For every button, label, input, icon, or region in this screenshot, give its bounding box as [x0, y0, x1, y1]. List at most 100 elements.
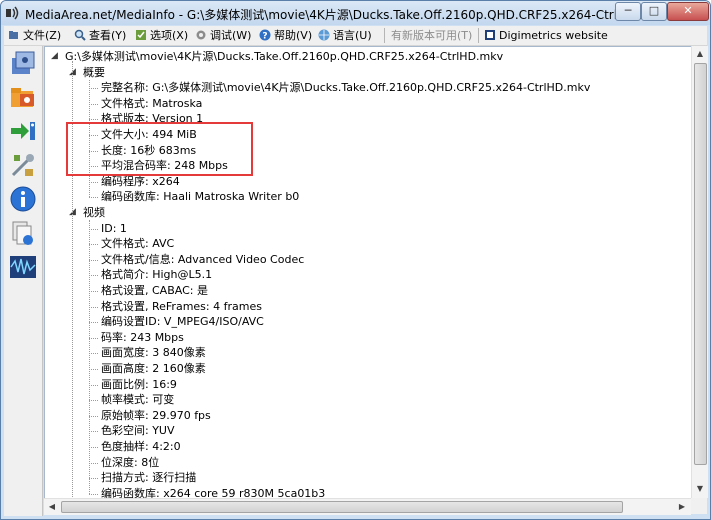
- tree-connector: [89, 493, 98, 495]
- menu-bar: 文件(Z) 查看(Y) 选项(X) 调试(W) ? 帮助(V) 语言(U) 有新版…: [4, 26, 707, 46]
- mediainfo-window: MediaArea.net/MediaInfo - G:\多媒体测试\movie…: [0, 0, 711, 520]
- tree-connector: [89, 244, 98, 246]
- menu-file-label: 文件(Z): [23, 29, 62, 42]
- tree-leaf-video[interactable]: 位深度: 8位: [101, 455, 159, 471]
- menu-language[interactable]: 语言(U): [318, 28, 372, 43]
- tree-leaf-general[interactable]: 完整名称: G:\多媒体测试\movie\4K片源\Ducks.Take.Off…: [101, 80, 590, 96]
- expander-root-icon[interactable]: ◢: [51, 52, 58, 61]
- vertical-scrollbar[interactable]: ▲ ▼: [691, 46, 708, 498]
- scroll-right-arrow-icon[interactable]: ▶: [674, 499, 690, 515]
- tree-guide-line: [89, 220, 90, 494]
- waveform-icon[interactable]: [8, 252, 38, 282]
- tree-leaf-video[interactable]: 画面比例: 16:9: [101, 377, 177, 393]
- highlight-annotation-box: [66, 122, 253, 176]
- info-tree-view[interactable]: ◢ G:\多媒体测试\movie\4K片源\Ducks.Take.Off.2160…: [44, 46, 692, 500]
- window-title: MediaArea.net/MediaInfo - G:\多媒体测试\movie…: [25, 8, 665, 22]
- horizontal-scroll-thumb[interactable]: [61, 501, 623, 513]
- horizontal-scrollbar[interactable]: ◀ ▶: [44, 498, 691, 515]
- tree-root-file[interactable]: G:\多媒体测试\movie\4K片源\Ducks.Take.Off.2160p…: [65, 49, 503, 65]
- tree-leaf-general[interactable]: 编码函数库: Haali Matroska Writer b0: [101, 189, 299, 205]
- tree-connector: [89, 103, 98, 105]
- gear-icon: [196, 30, 206, 40]
- tree-leaf-video[interactable]: 格式简介: High@L5.1: [101, 267, 212, 283]
- tree-leaf-video[interactable]: 原始帧率: 29.970 fps: [101, 408, 211, 424]
- menu-new-version[interactable]: 有新版本可用(T): [391, 28, 472, 43]
- tree-leaf-general[interactable]: 文件格式: Matroska: [101, 96, 202, 112]
- open-file-icon[interactable]: [8, 48, 38, 78]
- info-icon[interactable]: [8, 184, 38, 214]
- menu-options-label: 选项(X): [150, 29, 189, 42]
- vertical-scroll-thumb[interactable]: [694, 63, 707, 465]
- menu-view-label: 查看(Y): [89, 29, 127, 42]
- tree-leaf-video[interactable]: ID: 1: [101, 221, 127, 237]
- tree-leaf-video[interactable]: 文件格式: AVC: [101, 236, 174, 252]
- menu-website-label: Digimetrics website: [499, 29, 608, 42]
- tree-leaf-video[interactable]: 格式设置, ReFrames: 4 frames: [101, 299, 262, 315]
- tree-connector: [89, 88, 98, 90]
- menu-separator: [478, 28, 479, 43]
- tree-connector: [89, 447, 98, 448]
- close-button[interactable]: ✕: [667, 2, 709, 21]
- menu-options[interactable]: 选项(X): [135, 28, 188, 43]
- menu-debug-label: 调试(W): [210, 29, 252, 42]
- menu-file[interactable]: 文件(Z): [8, 28, 61, 43]
- scroll-left-arrow-icon[interactable]: ◀: [44, 499, 60, 515]
- menu-debug[interactable]: 调试(W): [195, 28, 251, 43]
- tree-connector: [89, 369, 98, 370]
- svg-text:?: ?: [262, 32, 267, 42]
- tree-section-general[interactable]: 概要: [83, 65, 105, 81]
- tree-connector: [89, 259, 98, 261]
- tree-connector: [89, 462, 98, 464]
- tree-section-video[interactable]: 视频: [83, 205, 105, 221]
- mediainfo-app-icon: [6, 6, 19, 20]
- tree-connector: [89, 181, 98, 183]
- tree-leaf-video[interactable]: 帧率模式: 可变: [101, 392, 174, 408]
- documents-icon[interactable]: [8, 218, 38, 248]
- options-icon: [136, 30, 146, 40]
- tree-leaf-general[interactable]: 编码程序: x264: [101, 174, 180, 190]
- menu-help-label: 帮助(V): [274, 29, 313, 42]
- globe-icon: [318, 29, 330, 41]
- tree-connector: [89, 384, 98, 386]
- export-icon[interactable]: [8, 116, 38, 146]
- tree-connector: [89, 291, 98, 292]
- tree-connector: [89, 197, 98, 199]
- tree-leaf-video[interactable]: 码率: 243 Mbps: [101, 330, 184, 346]
- tree-leaf-video[interactable]: 色彩空间: YUV: [101, 423, 175, 439]
- open-folder-icon[interactable]: [8, 82, 38, 112]
- menu-language-label: 语言(U): [333, 29, 372, 42]
- menu-website[interactable]: Digimetrics website: [484, 28, 608, 43]
- tree-connector: [89, 275, 98, 277]
- tree-leaf-video[interactable]: 画面宽度: 3 840像素: [101, 345, 206, 361]
- tree-leaf-video[interactable]: 色度抽样: 4:2:0: [101, 439, 181, 455]
- tree-leaf-video[interactable]: 文件格式/信息: Advanced Video Codec: [101, 252, 304, 268]
- tree-connector: [89, 400, 98, 402]
- tree-connector: [89, 431, 98, 433]
- tree-leaf-video[interactable]: 格式设置, CABAC: 是: [101, 283, 208, 299]
- tree-connector: [89, 228, 98, 230]
- tree-connector: [89, 478, 98, 480]
- tree-connector: [89, 119, 98, 121]
- folder-wrench-icon: [9, 31, 18, 39]
- menu-help[interactable]: ? 帮助(V): [259, 28, 312, 43]
- menu-view[interactable]: 查看(Y): [74, 28, 126, 43]
- tree-leaf-video[interactable]: 编码设置ID: V_MPEG4/ISO/AVC: [101, 314, 264, 330]
- tree-leaf-video[interactable]: 画面高度: 2 160像素: [101, 361, 206, 377]
- menu-separator: [384, 28, 385, 43]
- preferences-icon[interactable]: [8, 150, 38, 180]
- tree-connector: [89, 322, 98, 324]
- maximize-button[interactable]: □: [641, 2, 667, 21]
- side-toolbar: [4, 46, 43, 516]
- title-bar[interactable]: MediaArea.net/MediaInfo - G:\多媒体测试\movie…: [1, 1, 710, 25]
- tree-connector: [89, 353, 98, 355]
- minimize-button[interactable]: ─: [615, 2, 641, 21]
- tree-connector: [89, 306, 98, 308]
- scroll-up-arrow-icon[interactable]: ▲: [692, 46, 708, 62]
- tree-connector: [89, 415, 98, 417]
- tree-leaf-video[interactable]: 扫描方式: 逐行扫描: [101, 470, 196, 486]
- scroll-down-arrow-icon[interactable]: ▼: [692, 481, 708, 497]
- tree-connector: [89, 337, 98, 339]
- website-icon: [485, 30, 495, 40]
- scrollbar-corner: [691, 498, 707, 514]
- view-icon: [74, 29, 86, 41]
